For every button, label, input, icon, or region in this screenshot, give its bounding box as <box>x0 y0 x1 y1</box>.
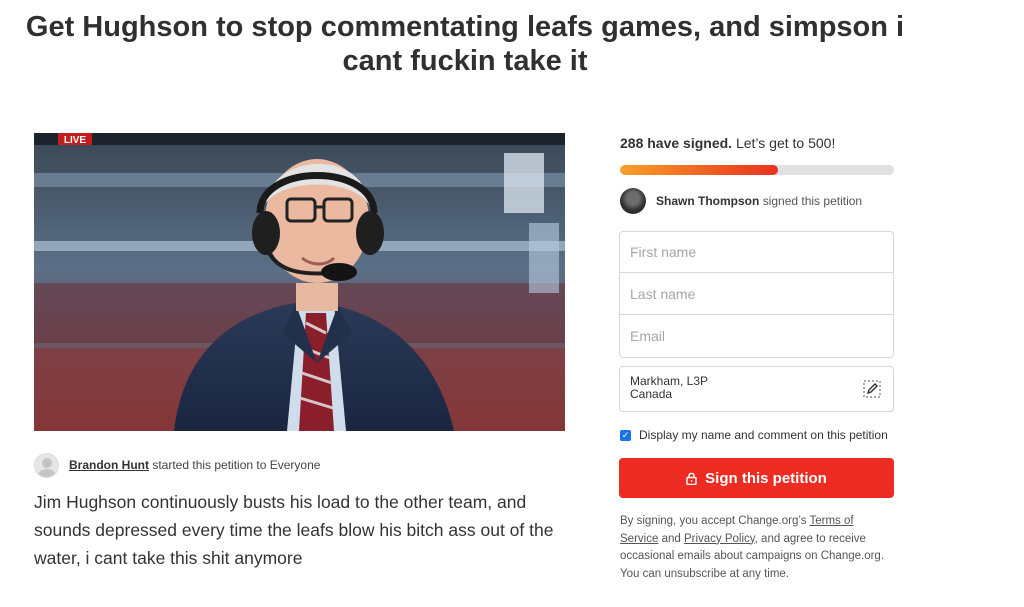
signature-progress-fill <box>620 165 778 175</box>
live-badge: LIVE <box>64 135 87 146</box>
first-name-input[interactable] <box>619 231 894 273</box>
petition-title: Get Hughson to stop commentating leafs g… <box>25 11 905 77</box>
legal-and: and <box>661 532 681 545</box>
email-input[interactable] <box>619 315 894 358</box>
starter-suffix: started this petition to Everyone <box>152 458 321 472</box>
signature-progress-bar <box>620 165 894 175</box>
pencil-edit-icon[interactable] <box>863 380 881 398</box>
signed-count-text: 288 have signed. <box>620 135 733 151</box>
legal-prefix: By signing, you accept Change.org’s <box>620 515 807 527</box>
sign-button-label: Sign this petition <box>705 469 827 487</box>
display-name-checkbox[interactable]: ✓ <box>620 429 631 441</box>
display-name-consent[interactable]: ✓ Display my name and comment on this pe… <box>620 428 888 442</box>
recent-signer-name: Shawn Thompson <box>656 194 760 208</box>
starter-name-link[interactable]: Brandon Hunt <box>69 458 149 472</box>
goal-text: Let’s get to 500! <box>735 135 836 151</box>
petition-description: Jim Hughson continuously busts his load … <box>34 492 554 568</box>
location-field[interactable]: Markham, L3P Canada <box>619 366 894 412</box>
recent-signer: Shawn Thompson signed this petition <box>620 187 862 215</box>
legal-disclaimer: By signing, you accept Change.org’s Term… <box>620 513 895 583</box>
recent-signer-suffix: signed this petition <box>762 194 863 208</box>
petition-hero-image: LIVE <box>34 133 565 431</box>
starter-avatar <box>34 452 59 478</box>
privacy-policy-link[interactable]: Privacy Policy <box>684 533 755 545</box>
sign-petition-button[interactable]: Sign this petition <box>619 458 894 498</box>
lock-icon <box>686 472 697 485</box>
petition-starter: Brandon Hunt started this petition to Ev… <box>34 452 320 478</box>
signature-count: 288 have signed. Let’s get to 500! <box>620 135 835 151</box>
recent-signer-avatar <box>620 188 646 214</box>
display-name-label: Display my name and comment on this peti… <box>639 428 888 442</box>
location-line2: Canada <box>630 387 673 401</box>
last-name-input[interactable] <box>619 273 894 315</box>
